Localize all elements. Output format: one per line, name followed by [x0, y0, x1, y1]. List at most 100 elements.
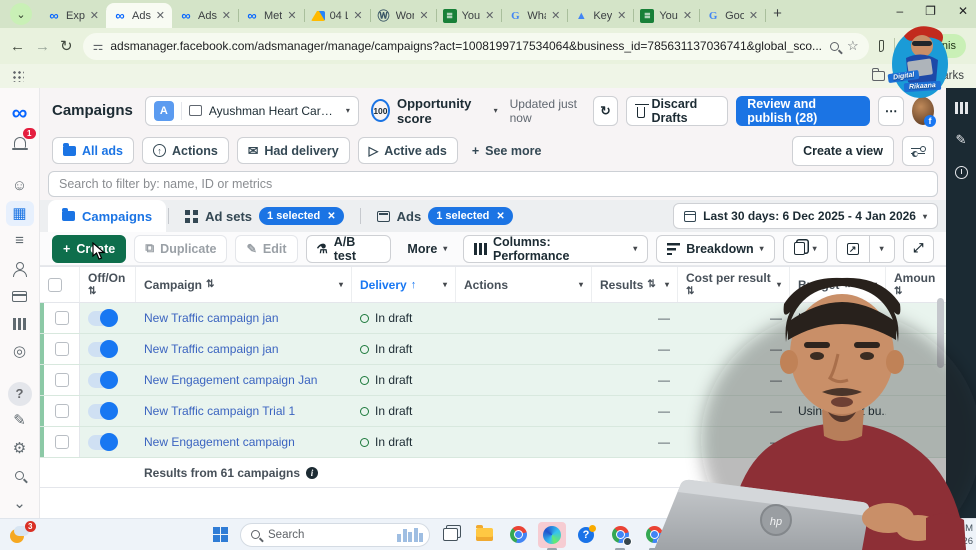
forward-icon[interactable]: → — [35, 38, 50, 55]
export-button[interactable]: ↗ — [835, 234, 870, 263]
col-delivery[interactable]: Delivery ↑ ▾ — [352, 267, 456, 303]
browser-tab[interactable]: G Goo ✕ — [699, 3, 767, 28]
table-scrollbar[interactable] — [937, 298, 944, 448]
expand-rail-chevron-icon[interactable]: ⌄ — [6, 490, 34, 516]
discard-drafts-button[interactable]: Discard Drafts — [626, 95, 729, 126]
tab-close-icon[interactable]: ✕ — [617, 9, 626, 22]
tab-close-icon[interactable]: ✕ — [485, 9, 494, 22]
tab-ad-sets[interactable]: Ad sets 1 selected ✕ — [171, 200, 358, 232]
url-text[interactable]: adsmanager.facebook.com/adsmanager/manag… — [110, 39, 822, 53]
browser-tab[interactable]: ∞ Ads ✕ — [172, 3, 239, 28]
tab-search-chevron-icon[interactable]: ⌄ — [10, 3, 32, 25]
col-actions[interactable]: Actions ▾ — [456, 267, 592, 303]
edge-button[interactable] — [538, 521, 566, 550]
toggle-cell[interactable] — [80, 334, 136, 364]
bookmark-star-icon[interactable]: ☆ — [847, 38, 859, 54]
window-minimize-button[interactable]: – — [896, 4, 903, 18]
browser-tab[interactable]: Ⓦ Wor ✕ — [370, 3, 437, 28]
account-selector[interactable]: A Ayushman Heart Care Ce... ▾ — [144, 95, 359, 126]
refresh-button[interactable]: ↻ — [592, 95, 619, 126]
review-publish-button[interactable]: Review and publish (28) — [736, 95, 871, 126]
browser-tab[interactable]: ∞ Exp ✕ — [40, 3, 107, 28]
col-campaign[interactable]: Campaign ⇅ ▾ — [136, 267, 352, 303]
close-icon[interactable]: ✕ — [496, 211, 504, 222]
date-range-picker[interactable]: Last 30 days: 6 Dec 2025 - 4 Jan 2026 ▾ — [673, 203, 938, 229]
chevron-down-icon[interactable]: ▾ — [873, 280, 877, 289]
zoom-icon[interactable] — [830, 41, 839, 51]
row-checkbox[interactable] — [54, 311, 69, 326]
row-select-cell[interactable] — [40, 334, 80, 365]
payments-nav-icon[interactable] — [6, 283, 34, 309]
breakdown-button[interactable]: Breakdown ▾ — [656, 234, 775, 263]
notepad-button[interactable] — [708, 522, 736, 550]
col-budget[interactable]: Budget ⇅ ▾ — [790, 267, 886, 303]
insights-chart-icon[interactable] — [954, 102, 968, 114]
taskbar-search[interactable]: Search — [240, 522, 430, 547]
search-nav-icon[interactable] — [6, 463, 34, 489]
campaign-toggle[interactable] — [88, 401, 118, 420]
export-options-button[interactable]: ▾ — [869, 234, 895, 263]
chevron-down-icon[interactable]: ▾ — [777, 280, 781, 289]
col-cost-per-result[interactable]: Cost per result ⇅ ▾ — [678, 267, 790, 303]
history-clock-icon[interactable] — [954, 166, 968, 179]
row-select-cell[interactable] — [40, 427, 80, 458]
ab-test-button[interactable]: ⚗ A/B test — [305, 234, 392, 263]
tab-close-icon[interactable]: ✕ — [353, 9, 362, 22]
see-more-button[interactable]: + See more — [466, 144, 548, 158]
create-view-button[interactable]: Create a view — [792, 135, 894, 166]
browser-tab[interactable]: 04 L ✕ — [304, 3, 371, 28]
col-amount[interactable]: Amoun ⇅ — [886, 267, 935, 302]
task-view-button[interactable] — [436, 522, 464, 548]
tab-close-icon[interactable]: ✕ — [90, 9, 99, 22]
row-checkbox[interactable] — [54, 404, 69, 419]
tab-close-icon[interactable]: ✕ — [683, 9, 692, 22]
toggle-cell[interactable] — [80, 396, 136, 426]
select-all-checkbox[interactable] — [48, 277, 62, 292]
filter-had-delivery[interactable]: ✉ Had delivery — [236, 137, 350, 164]
duplicate-button[interactable]: ⧉ Duplicate — [134, 234, 228, 263]
toggle-cell[interactable] — [80, 303, 136, 333]
chevron-down-icon[interactable]: ▾ — [443, 280, 447, 289]
billing-nav-icon[interactable]: ≡ — [6, 228, 34, 254]
browser-tab[interactable]: ≣ You ✕ — [436, 3, 503, 28]
obs-button[interactable] — [742, 522, 770, 550]
ads-selected-badge[interactable]: 1 selected ✕ — [428, 207, 513, 225]
chrome-profile-1-button[interactable] — [606, 522, 634, 550]
apps-grid-icon[interactable] — [12, 70, 24, 82]
toggle-cell[interactable] — [80, 365, 136, 395]
row-select-cell[interactable] — [40, 303, 80, 334]
campaign-link[interactable]: New Engagement campaign Jan — [144, 373, 317, 387]
analytics-nav-icon[interactable] — [6, 311, 34, 337]
view-settings-button[interactable] — [902, 135, 934, 166]
toggle-cell[interactable] — [80, 427, 136, 457]
weather-widget[interactable]: 3 — [10, 520, 36, 545]
tab-close-icon[interactable]: ✕ — [551, 9, 560, 22]
tab-campaigns[interactable]: Campaigns — [48, 200, 167, 232]
notes-nav-icon[interactable]: ✎ — [6, 408, 34, 434]
reports-button[interactable]: ▾ — [782, 234, 828, 263]
window-close-button[interactable]: ✕ — [958, 4, 968, 18]
filter-all-ads[interactable]: All ads — [52, 137, 134, 164]
columns-button[interactable]: Columns: Performance ▾ — [463, 234, 649, 263]
row-select-cell[interactable] — [40, 365, 80, 396]
opportunity-score[interactable]: 100 Opportunity score ▾ — [370, 96, 498, 126]
browser-tab[interactable]: ▲ Key ✕ — [567, 3, 635, 28]
chevron-down-icon[interactable]: ▾ — [665, 280, 669, 289]
row-checkbox[interactable] — [54, 435, 69, 450]
chevron-down-icon[interactable]: ▾ — [579, 280, 583, 289]
chrome-profile-2-button[interactable] — [640, 522, 668, 550]
campaign-toggle[interactable] — [88, 370, 118, 389]
chrome-profile-3-button[interactable] — [674, 521, 702, 550]
settings-gear-icon[interactable]: ⚙ — [6, 435, 34, 461]
col-results[interactable]: Results ⇅ ▾ — [592, 267, 678, 303]
more-button[interactable]: More ▾ — [399, 242, 455, 256]
chevron-down-icon[interactable]: ▾ — [339, 280, 343, 289]
meta-logo-icon[interactable]: ∞ — [6, 98, 34, 128]
browser-tab[interactable]: ∞ Met ✕ — [238, 3, 305, 28]
file-explorer-button[interactable] — [470, 522, 498, 548]
taskbar-clock[interactable]: M 026 — [957, 523, 973, 548]
expand-table-button[interactable]: ⤢ — [902, 234, 934, 263]
tab-close-icon[interactable]: ✕ — [419, 9, 428, 22]
new-tab-button[interactable]: + — [773, 5, 782, 22]
address-bar[interactable]: ⚎ adsmanager.facebook.com/adsmanager/man… — [82, 32, 869, 60]
